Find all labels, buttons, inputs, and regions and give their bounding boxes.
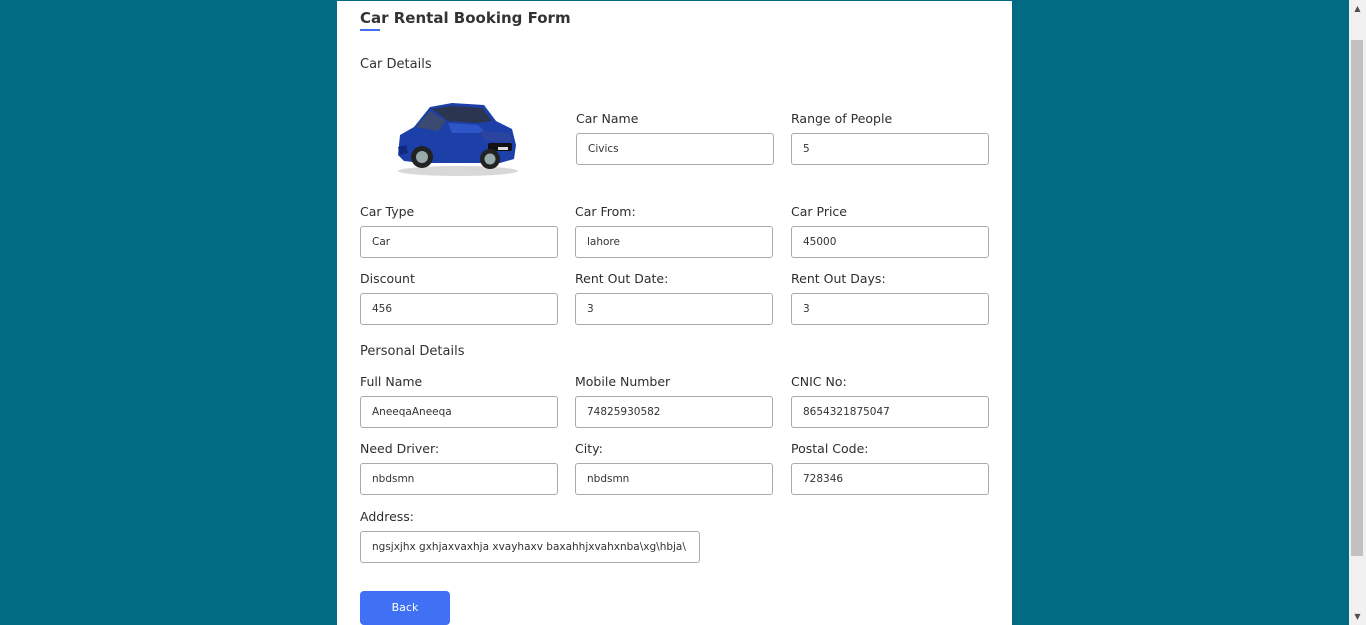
booking-form-card: Car Rental Booking Form Car Details Car …	[337, 1, 1012, 625]
car-price-field: Car Price 45000	[791, 204, 989, 258]
mobile-number-label: Mobile Number	[575, 374, 671, 389]
vertical-scrollbar[interactable]: ▲ ▼	[1349, 0, 1366, 625]
car-price-label: Car Price	[791, 204, 847, 219]
city-label: City:	[575, 441, 603, 456]
car-image-icon	[398, 103, 518, 176]
car-name-label: Car Name	[576, 111, 639, 126]
car-details-heading: Car Details	[360, 57, 432, 72]
need-driver-field: Need Driver: nbdsmn	[360, 441, 558, 495]
car-name-field: Car Name Civics	[576, 111, 774, 165]
full-name-field: Full Name AneeqaAneeqa	[360, 374, 558, 428]
rent-out-date-field: Rent Out Date: 3	[575, 271, 773, 325]
car-from-field: Car From: lahore	[575, 204, 773, 258]
address-input[interactable]: ngsjxjhx gxhjaxvaxhja xvayhaxv baxahhjxv…	[360, 531, 700, 563]
range-of-people-field: Range of People 5	[791, 111, 989, 165]
mobile-number-field: Mobile Number 74825930582	[575, 374, 773, 428]
full-name-input[interactable]: AneeqaAneeqa	[360, 396, 558, 428]
city-input[interactable]: nbdsmn	[575, 463, 773, 495]
title-underline	[360, 29, 380, 31]
car-type-field: Car Type Car	[360, 204, 558, 258]
page-title: Car Rental Booking Form	[360, 9, 571, 27]
mobile-number-input[interactable]: 74825930582	[575, 396, 773, 428]
car-type-label: Car Type	[360, 204, 415, 219]
back-button[interactable]: Back	[360, 591, 450, 625]
scrollbar-thumb[interactable]	[1351, 40, 1363, 556]
range-of-people-label: Range of People	[791, 111, 893, 126]
rent-out-days-field: Rent Out Days: 3	[791, 271, 989, 325]
cnic-field: CNIC No: 8654321875047	[791, 374, 989, 428]
postal-code-field: Postal Code: 728346	[791, 441, 989, 495]
cnic-input[interactable]: 8654321875047	[791, 396, 989, 428]
scroll-down-arrow-icon[interactable]: ▼	[1349, 608, 1366, 625]
rent-out-days-input[interactable]: 3	[791, 293, 989, 325]
rent-out-days-label: Rent Out Days:	[791, 271, 886, 286]
car-type-input[interactable]: Car	[360, 226, 558, 258]
address-field: Address: ngsjxjhx gxhjaxvaxhja xvayhaxv …	[360, 509, 700, 563]
scroll-up-arrow-icon[interactable]: ▲	[1349, 0, 1366, 17]
need-driver-input[interactable]: nbdsmn	[360, 463, 558, 495]
cnic-label: CNIC No:	[791, 374, 847, 389]
personal-details-heading: Personal Details	[360, 344, 465, 359]
discount-input[interactable]: 456	[360, 293, 558, 325]
need-driver-label: Need Driver:	[360, 441, 440, 456]
rent-out-date-label: Rent Out Date:	[575, 271, 669, 286]
car-price-input[interactable]: 45000	[791, 226, 989, 258]
full-name-label: Full Name	[360, 374, 423, 389]
city-field: City: nbdsmn	[575, 441, 773, 495]
car-from-input[interactable]: lahore	[575, 226, 773, 258]
address-label: Address:	[360, 509, 414, 524]
rent-out-date-input[interactable]: 3	[575, 293, 773, 325]
car-from-label: Car From:	[575, 204, 636, 219]
postal-code-input[interactable]: 728346	[791, 463, 989, 495]
discount-field: Discount 456	[360, 271, 558, 325]
range-of-people-input[interactable]: 5	[791, 133, 989, 165]
car-name-input[interactable]: Civics	[576, 133, 774, 165]
discount-label: Discount	[360, 271, 415, 286]
postal-code-label: Postal Code:	[791, 441, 869, 456]
